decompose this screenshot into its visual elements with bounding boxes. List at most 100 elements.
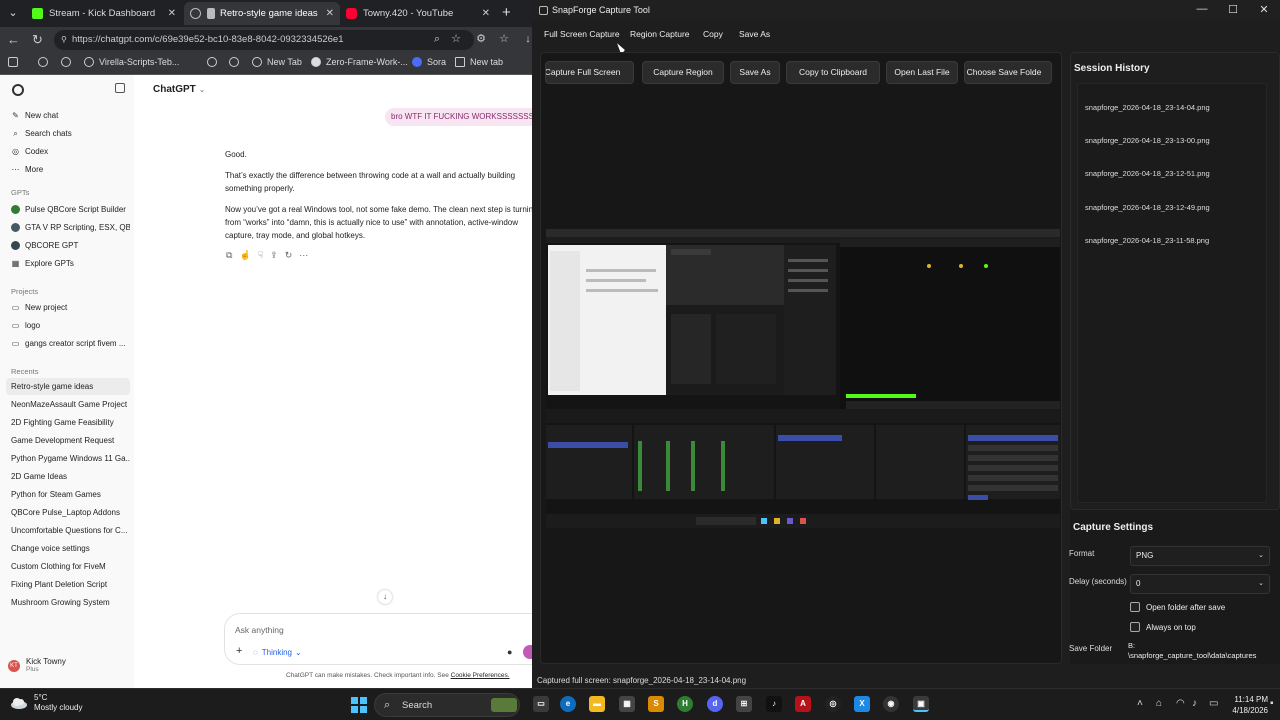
chatgpt-app-icon[interactable]: ◎	[825, 696, 841, 712]
minimize-icon[interactable]: —	[1192, 3, 1212, 15]
new-tab-button[interactable]: +	[502, 4, 511, 22]
favorites-icon[interactable]: ☆	[498, 33, 510, 45]
bookmark-apps-icon[interactable]	[8, 57, 23, 67]
sidebar-toggle-icon[interactable]	[115, 83, 125, 93]
taskbar-search[interactable]: ⌕ Search	[374, 693, 520, 717]
delay-select[interactable]: 0 ⌄	[1130, 574, 1270, 594]
bookmark-globe-icon[interactable]	[207, 57, 222, 67]
discord-icon[interactable]: d	[707, 696, 723, 712]
sidebar-explore-gpts[interactable]: ▦ Explore GPTs	[6, 255, 130, 272]
sidebar-project-item[interactable]: ▭ gangs creator script fivem ...	[6, 335, 130, 352]
sidebar-recent-item[interactable]: Fixing Plant Deletion Script	[6, 576, 130, 593]
browser-tab-youtube[interactable]: Towny.420 - YouTube ✕	[340, 2, 496, 25]
store-icon[interactable]: ▦	[619, 696, 635, 712]
bookmark-globe-icon[interactable]	[38, 57, 53, 67]
capture-full-screen-button[interactable]: Capture Full Screen	[545, 61, 634, 84]
tray-network-icon[interactable]: ⌂	[1156, 698, 1162, 709]
close-icon[interactable]: ✕	[1254, 3, 1274, 16]
openai-logo-icon[interactable]	[12, 84, 24, 96]
sidebar-gpt-item[interactable]: GTA V RP Scripting, ESX, QB...	[6, 219, 130, 236]
history-item[interactable]: snapforge_2026-04-18_23-12-51.png	[1085, 169, 1210, 178]
site-info-icon[interactable]: ⚲	[61, 30, 67, 50]
sidebar-item-codex[interactable]: ◎ Codex	[6, 143, 130, 160]
format-select[interactable]: PNG ⌄	[1130, 546, 1270, 566]
checkbox-box[interactable]	[1130, 622, 1140, 632]
composer-input[interactable]: Ask anything	[235, 625, 284, 635]
sidebar-project-item[interactable]: ▭ logo	[6, 317, 130, 334]
open-last-file-button[interactable]: Open Last File	[886, 61, 958, 84]
sidebar-recent-item[interactable]: Python Pygame Windows 11 Ga...	[6, 450, 130, 467]
history-item[interactable]: snapforge_2026-04-18_23-12-49.png	[1085, 203, 1210, 212]
history-item[interactable]: snapforge_2026-04-18_23-11-58.png	[1085, 236, 1209, 245]
checkbox-box[interactable]	[1130, 602, 1140, 612]
bookmark-new-tab[interactable]: New Tab	[252, 57, 302, 67]
back-arrow-icon[interactable]: ←	[7, 32, 20, 48]
windows-start-icon[interactable]	[351, 697, 367, 713]
sidebar-recent-item[interactable]: 2D Game Ideas	[6, 468, 130, 485]
sidebar-recent-item[interactable]: Uncomfortable Questions for C...	[6, 522, 130, 539]
sidebar-recent-item[interactable]: Retro-style game ideas	[6, 378, 130, 395]
menu-full-screen-capture[interactable]: Full Screen Capture	[544, 29, 620, 39]
thumbs-up-icon[interactable]: ☝	[239, 250, 250, 261]
sidebar-recent-item[interactable]: Game Development Request	[6, 432, 130, 449]
thumbs-down-icon[interactable]: ☟	[258, 250, 263, 261]
bookmark-zero-frame[interactable]: Zero-Frame-Work-...	[311, 57, 408, 67]
weather-widget[interactable]: 5°C Mostly cloudy	[10, 693, 82, 713]
model-selector[interactable]: ChatGPT ⌄	[153, 84, 205, 95]
copy-to-clipboard-button[interactable]: Copy to Clipboard	[786, 61, 880, 84]
browser-tab-kick[interactable]: Stream - Kick Dashboard ✕	[26, 2, 182, 25]
choose-save-folder-button[interactable]: Choose Save Folde	[964, 61, 1052, 84]
extension-icon[interactable]: ⚙	[475, 33, 487, 45]
share-icon[interactable]: ⇪	[270, 250, 278, 261]
browser-tab-chatgpt[interactable]: Retro-style game ideas ✕	[184, 2, 340, 25]
address-bar[interactable]: ⚲ https://chatgpt.com/c/69e39e52-bc10-83…	[54, 30, 474, 50]
sidebar-recent-item[interactable]: Change voice settings	[6, 540, 130, 557]
wifi-icon[interactable]: ◠	[1176, 698, 1185, 709]
history-item[interactable]: snapforge_2026-04-18_23-13-00.png	[1085, 136, 1210, 145]
session-history-list[interactable]: snapforge_2026-04-18_23-14-04.png snapfo…	[1077, 83, 1267, 503]
sidebar-item-search-chats[interactable]: ⌕ Search chats	[6, 125, 130, 142]
sidebar-item-more[interactable]: ⋯ More	[6, 161, 130, 178]
bookmark-new-tab-2[interactable]: New tab	[455, 57, 503, 67]
tiktok-icon[interactable]: ♪	[766, 696, 782, 712]
maximize-icon[interactable]: ☐	[1223, 3, 1243, 16]
bookmark-virella[interactable]: Virella-Scripts-Teb...	[84, 57, 179, 67]
obs-icon[interactable]: ◉	[883, 696, 899, 712]
taskbar-clock[interactable]: 11:14 PM 4/18/2026	[1228, 694, 1268, 716]
battery-icon[interactable]: ▭	[1209, 698, 1218, 709]
close-tab-icon[interactable]: ✕	[168, 8, 176, 19]
zoom-icon[interactable]: ⌕	[431, 33, 443, 45]
thinking-mode-toggle[interactable]: ◌ Thinking ⌄	[253, 648, 302, 657]
history-item[interactable]: snapforge_2026-04-18_23-14-04.png	[1085, 103, 1210, 112]
copy-icon[interactable]: ⧉	[226, 250, 232, 261]
sidebar-recent-item[interactable]: Python for Steam Games	[6, 486, 130, 503]
more-dots-icon[interactable]: ⋯	[299, 250, 308, 261]
volume-icon[interactable]: ♪	[1192, 698, 1197, 709]
attach-plus-icon[interactable]: +	[236, 645, 242, 657]
sidebar-recent-item[interactable]: Custom Clothing for FiveM	[6, 558, 130, 575]
bookmark-globe-icon[interactable]	[61, 57, 76, 67]
network-app-icon[interactable]: ⊞	[736, 696, 752, 712]
task-view-icon[interactable]: ▭	[533, 696, 549, 712]
cookie-preferences-link[interactable]: Cookie Preferences.	[451, 672, 510, 679]
sidebar-recent-item[interactable]: Mushroom Growing System	[6, 594, 130, 611]
sidebar-project-item[interactable]: ▭ New project	[6, 299, 130, 316]
close-tab-icon[interactable]: ✕	[326, 8, 334, 19]
sidebar-gpt-item[interactable]: QBCORE GPT	[6, 237, 130, 254]
file-explorer-icon[interactable]: ▬	[589, 696, 605, 712]
menu-region-capture[interactable]: Region Capture	[630, 29, 690, 39]
sidebar-recent-item[interactable]: NeonMazeAssault Game Project	[6, 396, 130, 413]
regenerate-icon[interactable]: ↻	[285, 250, 293, 261]
hs-app-icon[interactable]: H	[677, 696, 693, 712]
vscode-icon[interactable]: X	[854, 696, 870, 712]
tab-list-chevron-icon[interactable]: ⌄	[4, 4, 22, 22]
adobe-icon[interactable]: A	[795, 696, 811, 712]
sidebar-item-new-chat[interactable]: ✎ New chat	[6, 107, 130, 124]
bookmark-globe-icon[interactable]	[229, 57, 244, 67]
sidebar-gpt-item[interactable]: Pulse QBCore Script Builder	[6, 201, 130, 218]
snapforge-taskbar-icon[interactable]: ▣	[913, 696, 929, 712]
reload-icon[interactable]: ↻	[32, 32, 43, 48]
open-folder-after-save-checkbox[interactable]: Open folder after save	[1130, 602, 1225, 612]
bookmark-star-icon[interactable]: ☆	[450, 33, 462, 45]
menu-save-as[interactable]: Save As	[739, 29, 770, 39]
